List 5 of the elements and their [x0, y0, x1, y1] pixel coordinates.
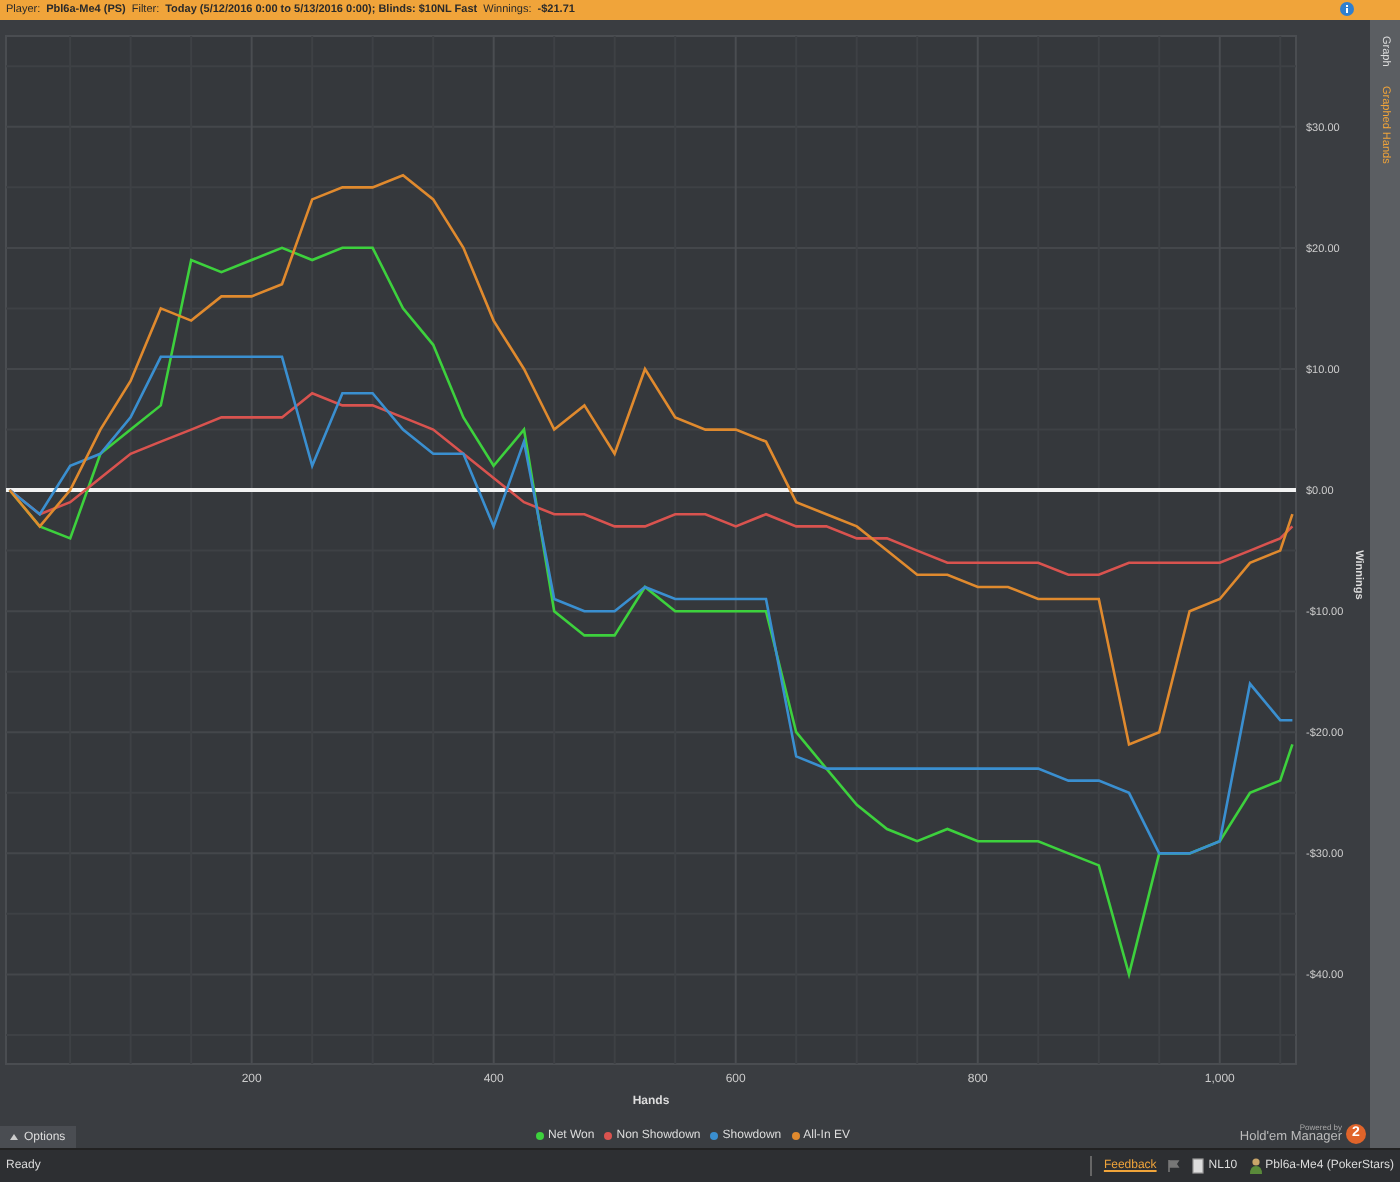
person-icon — [1249, 1158, 1262, 1174]
info-icon — [1340, 2, 1354, 16]
flag-icon — [1168, 1160, 1181, 1172]
caret-icon — [10, 1134, 18, 1140]
cards-icon — [1192, 1158, 1205, 1174]
